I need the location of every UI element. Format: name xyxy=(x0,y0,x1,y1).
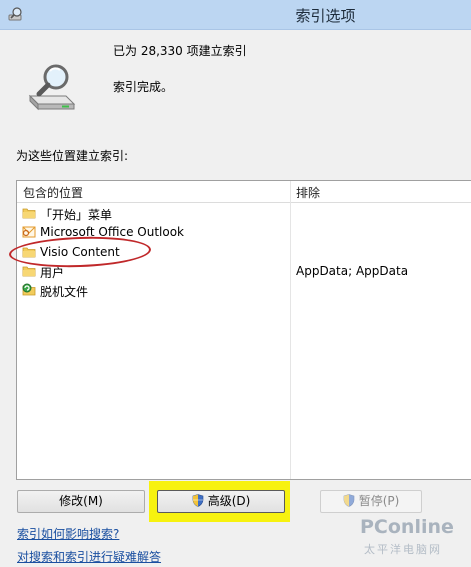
indexing-magnifier-drive-icon xyxy=(28,64,76,111)
window-title: 索引选项 xyxy=(295,7,356,25)
title-bar: 索引选项 xyxy=(0,0,471,30)
folder-icon xyxy=(22,266,36,277)
excluded-value: AppData; AppData xyxy=(296,264,409,278)
list-item[interactable]: 「开始」菜单 xyxy=(17,204,471,223)
offline-files-icon xyxy=(22,283,36,296)
indexing-status: 索引完成。 xyxy=(113,80,174,94)
uac-shield-icon xyxy=(192,494,203,507)
pause-button[interactable]: 暂停(P) xyxy=(320,490,422,513)
indexed-items-count: 已为 28,330 项建立索引 xyxy=(113,44,247,58)
pconline-watermark: PConline 太平洋电脑网 xyxy=(338,516,468,564)
how-indexing-affects-search-link[interactable]: 索引如何影响搜索? xyxy=(17,525,119,542)
troubleshoot-search-link[interactable]: 对搜索和索引进行疑难解答 xyxy=(17,548,161,565)
modify-button[interactable]: 修改(M) xyxy=(17,490,145,513)
list-item[interactable]: 脱机文件 xyxy=(17,281,471,300)
column-header-included[interactable]: 包含的位置 xyxy=(23,184,83,201)
list-header: 包含的位置 排除 xyxy=(17,181,471,203)
location-label: 脱机文件 xyxy=(40,285,89,299)
location-label: 「开始」菜单 xyxy=(40,208,113,222)
indexed-locations-list[interactable]: 包含的位置 排除 「开始」菜单 Microsoft Office Outlook xyxy=(16,180,471,480)
locations-section-label: 为这些位置建立索引: xyxy=(16,149,129,163)
indexing-options-window: 索引选项 已为 28,330 项建立索引 索引完成。 为这些位置建立索引: 包含… xyxy=(0,0,471,567)
advanced-button-label: 高级(D) xyxy=(207,494,251,508)
watermark-subtitle: 太平洋电脑网 xyxy=(364,543,442,556)
advanced-button[interactable]: 高级(D) xyxy=(157,490,285,513)
column-header-excluded[interactable]: 排除 xyxy=(296,184,320,201)
folder-icon xyxy=(22,208,36,219)
pause-button-label: 暂停(P) xyxy=(358,494,400,508)
watermark-logo: PConline xyxy=(360,516,454,538)
uac-shield-icon xyxy=(343,494,354,507)
outlook-icon xyxy=(22,226,36,238)
